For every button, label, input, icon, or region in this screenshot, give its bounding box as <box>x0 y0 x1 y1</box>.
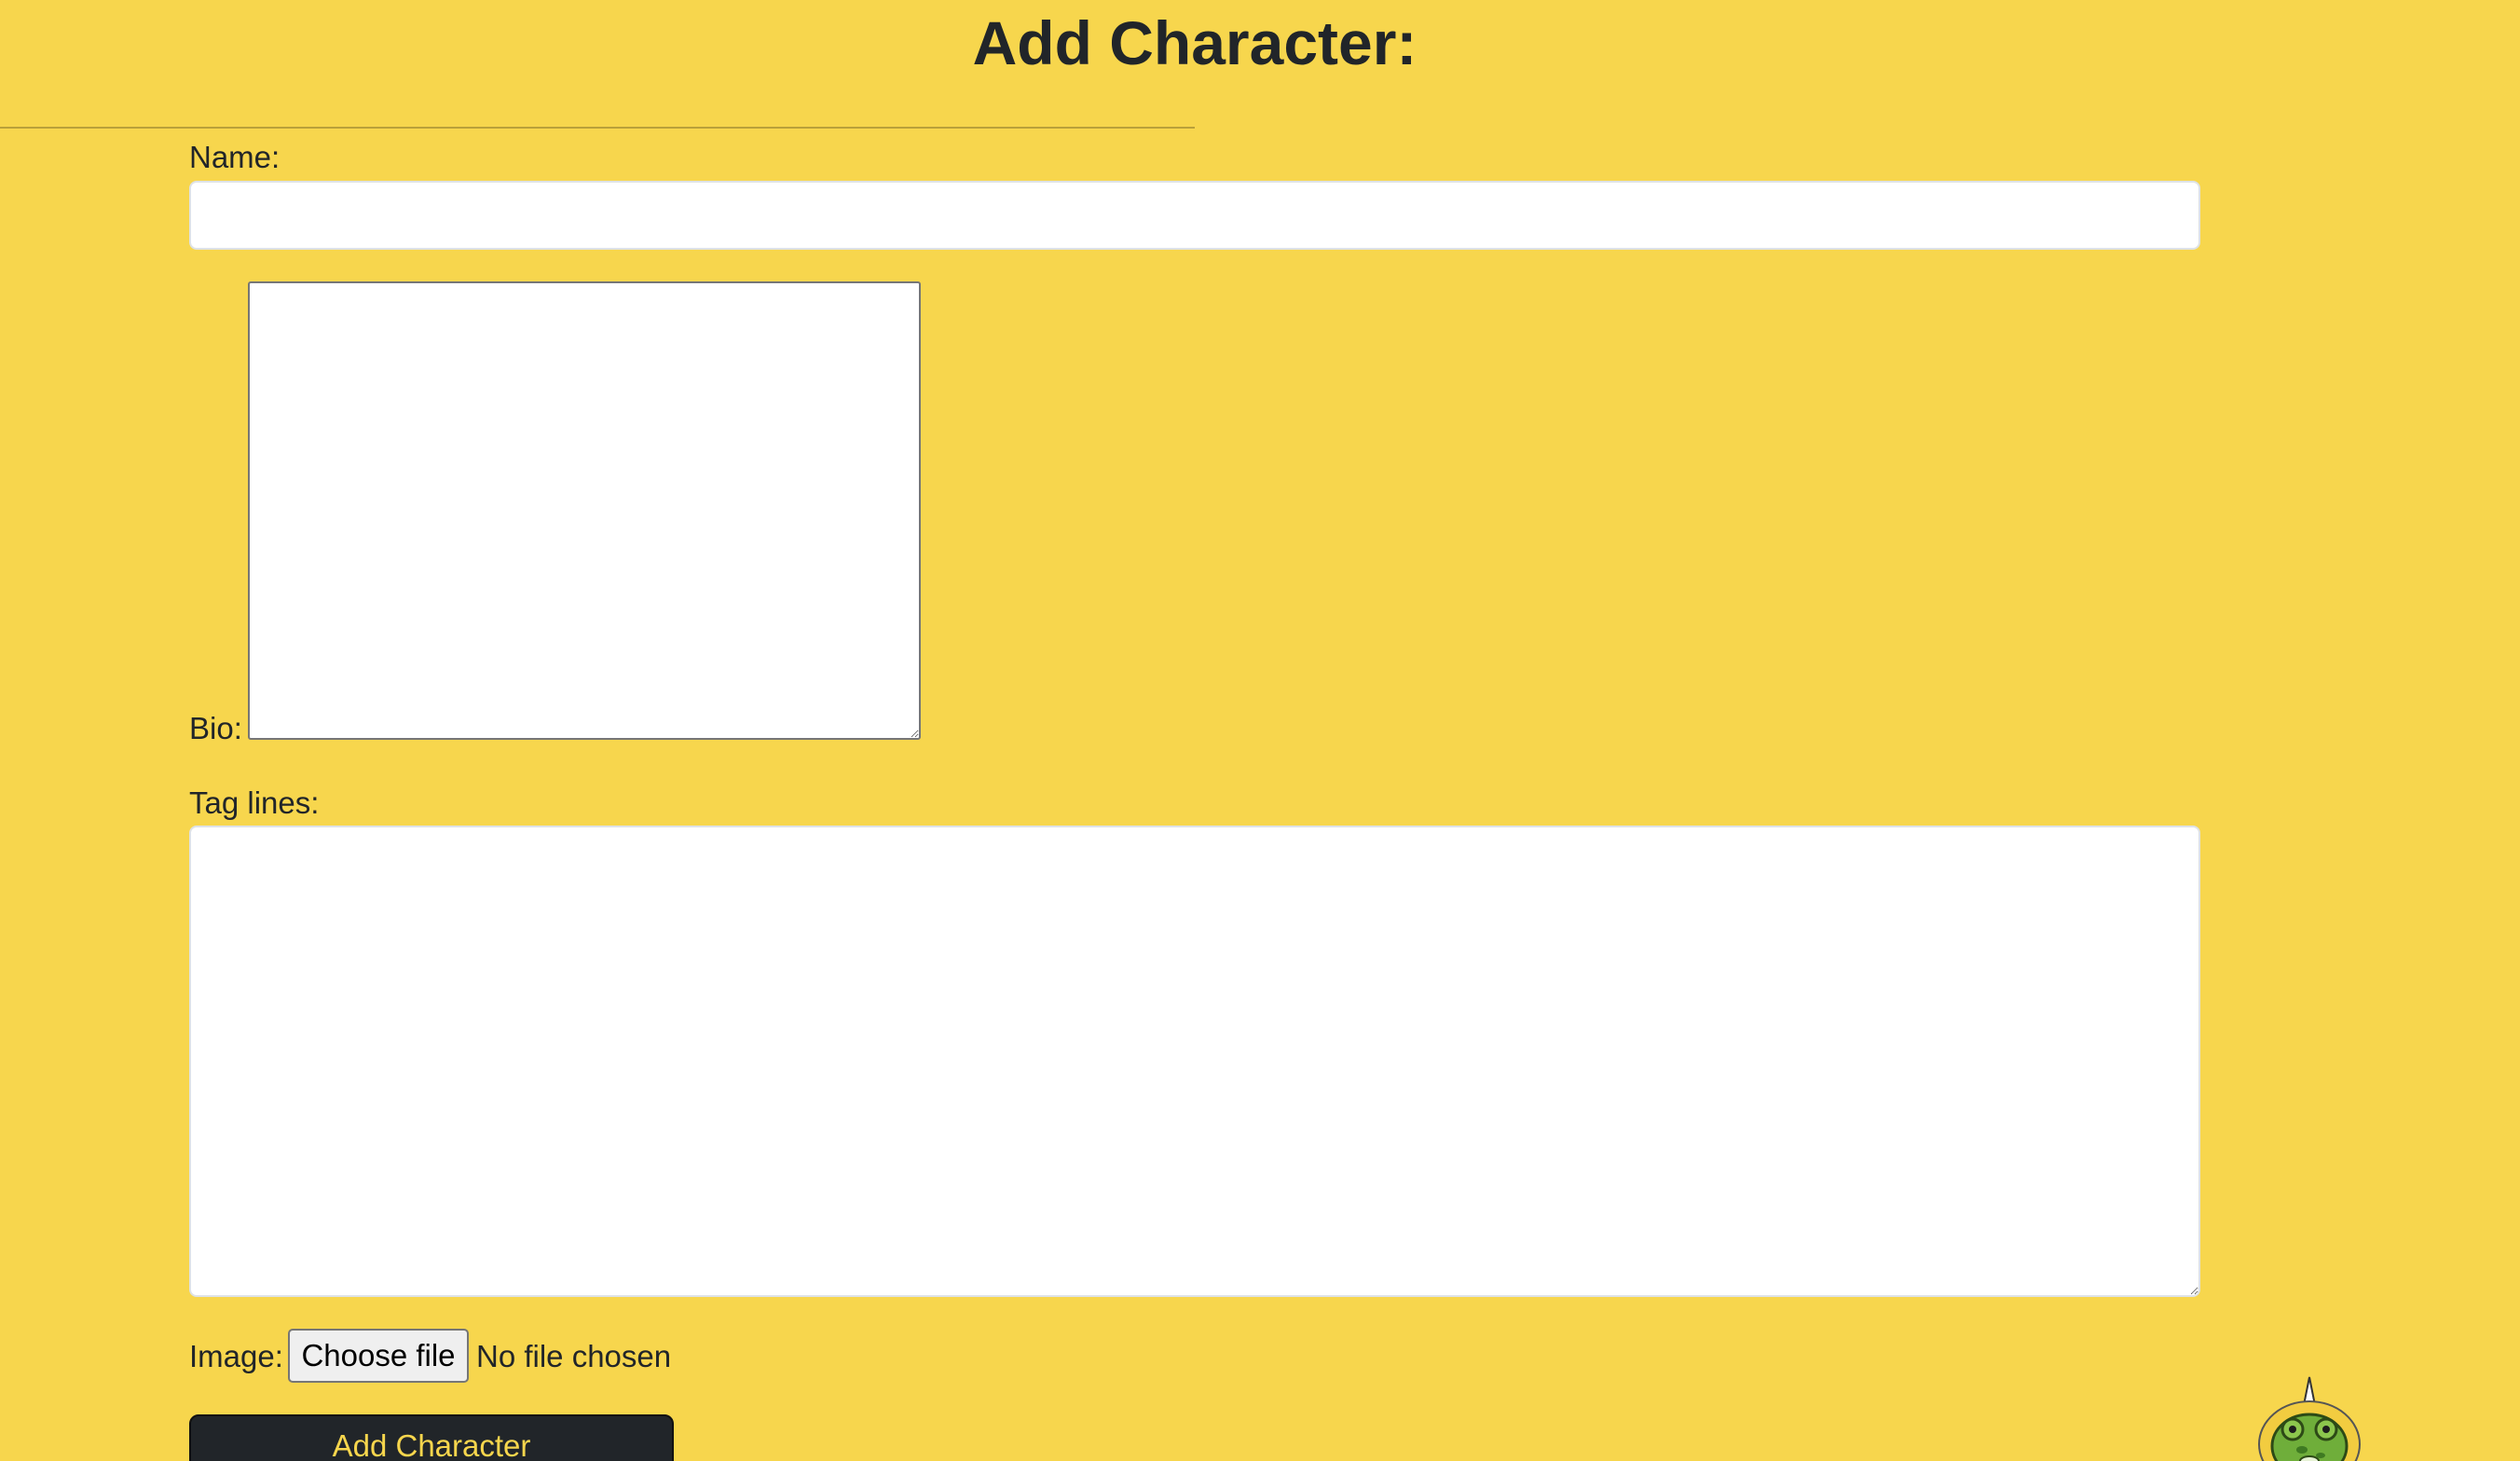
image-label: Image: <box>189 1339 283 1373</box>
add-character-button[interactable]: Add Character <box>189 1414 674 1461</box>
choose-file-button[interactable]: Choose file <box>288 1329 469 1383</box>
page-title: Add Character: <box>972 8 1418 77</box>
add-character-page: Add Character: Name: Bio: Tag lines: Ima… <box>0 0 2520 1461</box>
name-input[interactable] <box>189 181 2200 250</box>
name-label: Name: <box>189 140 281 174</box>
frog-mascot-icon[interactable] <box>2255 1375 2363 1461</box>
tag-lines-label: Tag lines: <box>189 785 320 820</box>
file-status-text: No file chosen <box>476 1339 672 1373</box>
bio-textarea[interactable] <box>248 281 921 740</box>
tag-lines-textarea[interactable] <box>189 826 2200 1297</box>
bio-label: Bio: <box>189 711 242 745</box>
header-divider <box>0 127 1195 129</box>
